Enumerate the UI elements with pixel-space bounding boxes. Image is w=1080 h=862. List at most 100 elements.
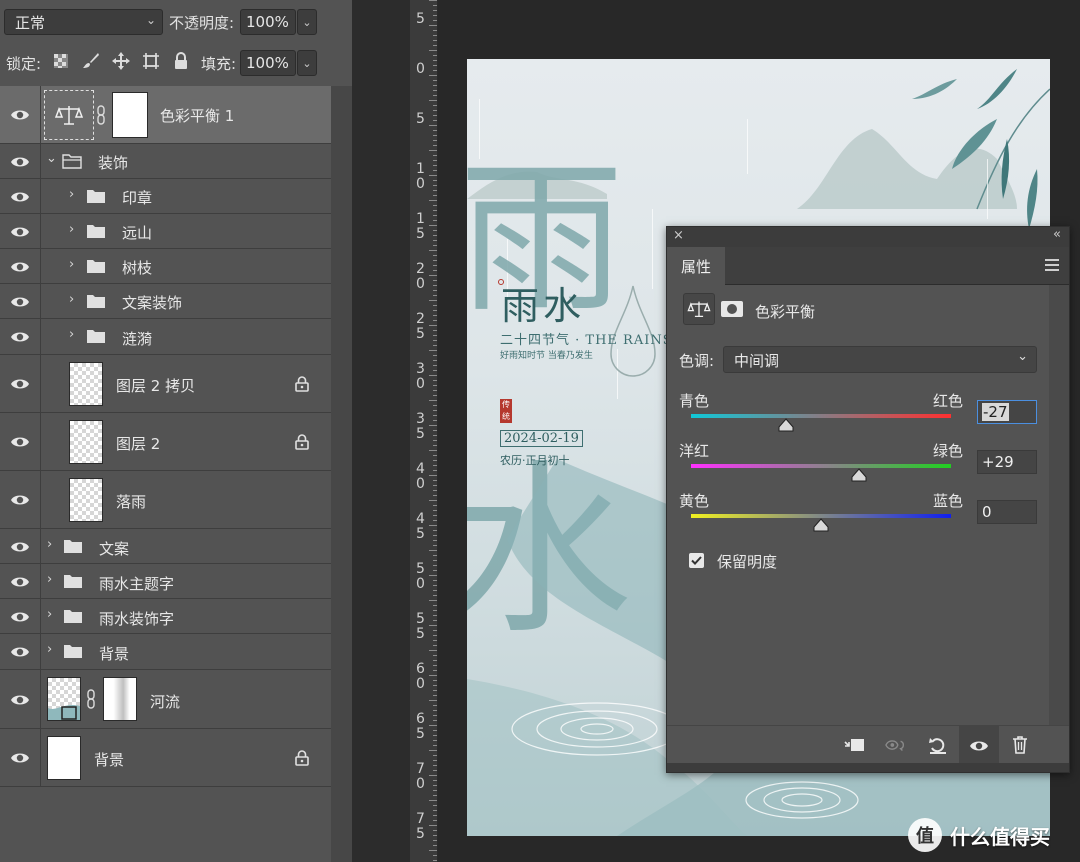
ruler-tick	[433, 710, 437, 711]
layer-row-group[interactable]: › 文案装饰	[0, 284, 331, 319]
ruler-tick	[429, 0, 437, 1]
layer-row-background[interactable]: 背景	[0, 729, 331, 787]
view-previous-state-icon[interactable]	[885, 734, 907, 756]
tone-label: 色调:	[679, 352, 715, 370]
chevron-right-icon[interactable]: ›	[69, 187, 74, 202]
lock-move-icon[interactable]	[112, 52, 130, 70]
chevron-right-icon[interactable]: ›	[69, 222, 74, 237]
eye-icon[interactable]	[10, 292, 30, 312]
mask-icon[interactable]	[721, 301, 743, 317]
layer-row-group[interactable]: › 涟漪	[0, 319, 331, 355]
yellow-blue-value-input[interactable]: 0	[977, 500, 1037, 524]
eye-icon[interactable]	[10, 327, 30, 347]
blend-mode-dropdown[interactable]: 正常 ⌄	[4, 9, 163, 35]
eye-icon[interactable]	[10, 257, 30, 277]
balance-scale-icon	[44, 90, 94, 140]
panel-titlebar[interactable]: × «	[667, 227, 1069, 247]
tone-dropdown[interactable]: 中间调 ⌄	[723, 346, 1037, 373]
layer-row-group[interactable]: › 背景	[0, 634, 331, 670]
chevron-right-icon[interactable]: ›	[47, 607, 52, 622]
chevron-right-icon[interactable]: ›	[47, 642, 52, 657]
layer-row-group[interactable]: › 雨水主题字	[0, 564, 331, 599]
layer-row-group[interactable]: › 树枝	[0, 249, 331, 284]
lock-paint-brush-icon[interactable]	[82, 52, 100, 70]
layers-scrollbar[interactable]	[331, 86, 352, 862]
slider-thumb[interactable]	[778, 418, 794, 432]
folder-open-icon	[62, 154, 82, 169]
eye-icon[interactable]	[10, 222, 30, 242]
ruler-tick	[429, 75, 437, 76]
layer-row-group[interactable]: › 雨水装饰字	[0, 599, 331, 634]
chevron-right-icon[interactable]: ›	[47, 537, 52, 552]
ruler-tick	[433, 540, 437, 541]
ruler-tick	[433, 290, 437, 291]
vertical-ruler[interactable]: 5 0 5 1 0 1 5 2 0 2 5 3 0 3 5 4 0 4 5 5 0 5 5 6 0 6 5 7…	[410, 0, 438, 862]
ruler-tick	[433, 145, 437, 146]
chevron-right-icon[interactable]: ›	[69, 292, 74, 307]
layer-mask-thumbnail[interactable]	[103, 677, 137, 721]
ruler-tick	[433, 260, 437, 261]
slider-track[interactable]	[691, 414, 951, 418]
preserve-luminosity-checkbox[interactable]	[689, 553, 704, 568]
eye-icon[interactable]	[10, 490, 30, 510]
ruler-tick	[433, 340, 437, 341]
panel-menu-icon[interactable]	[1045, 259, 1059, 274]
eye-icon[interactable]	[10, 152, 30, 172]
layer-mask-thumbnail[interactable]	[112, 92, 148, 138]
layer-row-pixel[interactable]: 落雨	[0, 471, 331, 529]
trash-icon[interactable]	[1009, 734, 1031, 756]
eye-icon[interactable]	[10, 642, 30, 662]
slider-track[interactable]	[691, 464, 951, 468]
eye-icon[interactable]	[10, 748, 30, 768]
opacity-input[interactable]: 100%	[240, 9, 296, 35]
ruler-tick	[433, 120, 437, 121]
link-icon[interactable]	[86, 689, 96, 709]
balance-scale-icon[interactable]	[683, 293, 715, 325]
chevron-down-icon[interactable]: ⌄	[46, 151, 57, 166]
reset-icon[interactable]	[927, 734, 949, 756]
slider-thumb[interactable]	[851, 468, 867, 482]
eye-icon[interactable]	[10, 537, 30, 557]
collapse-icon[interactable]: «	[1053, 227, 1061, 242]
layer-row-pixel[interactable]: 图层 2 拷贝	[0, 355, 331, 413]
eye-icon[interactable]	[10, 572, 30, 592]
ruler-tick	[433, 490, 437, 491]
eye-icon[interactable]	[10, 690, 30, 710]
properties-scrollbar[interactable]	[1049, 285, 1069, 725]
fill-input[interactable]: 100%	[240, 50, 296, 76]
fill-dropdown-button[interactable]: ⌄	[297, 50, 317, 76]
tab-properties[interactable]: 属性	[667, 247, 725, 285]
layer-row-group[interactable]: › 远山	[0, 214, 331, 249]
link-icon[interactable]	[96, 105, 106, 125]
eye-icon[interactable]	[10, 374, 30, 394]
layer-row-group[interactable]: › 印章	[0, 179, 331, 214]
ruler-tick	[433, 645, 437, 646]
cyan-red-value-input[interactable]: -27	[977, 400, 1037, 424]
eye-icon[interactable]	[10, 105, 30, 125]
eye-icon[interactable]	[10, 607, 30, 627]
clip-to-layer-icon[interactable]	[843, 734, 865, 756]
layer-row-group[interactable]: ⌄ 装饰	[0, 144, 331, 179]
magenta-green-value-input[interactable]: +29	[977, 450, 1037, 474]
close-icon[interactable]: ×	[673, 228, 684, 243]
layer-row-group[interactable]: › 文案	[0, 529, 331, 564]
lock-artboard-icon[interactable]	[142, 52, 160, 70]
layer-row-pixel[interactable]: 图层 2	[0, 413, 331, 471]
lock-transparent-icon[interactable]	[52, 52, 70, 70]
ruler-tick	[429, 200, 437, 201]
chevron-right-icon[interactable]: ›	[69, 327, 74, 342]
layer-row-masked[interactable]: 河流	[0, 670, 331, 729]
slider-thumb[interactable]	[813, 518, 829, 532]
lock-all-icon[interactable]	[172, 52, 190, 70]
chevron-right-icon[interactable]: ›	[69, 257, 74, 272]
ruler-tick	[433, 230, 437, 231]
opacity-dropdown-button[interactable]: ⌄	[297, 9, 317, 35]
layer-row-color-balance[interactable]: 色彩平衡 1	[0, 86, 331, 144]
ruler-tick	[433, 440, 437, 441]
chevron-right-icon[interactable]: ›	[47, 572, 52, 587]
eye-icon[interactable]	[10, 187, 30, 207]
panel-resize-bar[interactable]	[667, 763, 1069, 772]
eye-icon[interactable]	[10, 432, 30, 452]
toggle-visibility-button[interactable]	[959, 726, 999, 764]
folder-icon	[87, 190, 105, 203]
